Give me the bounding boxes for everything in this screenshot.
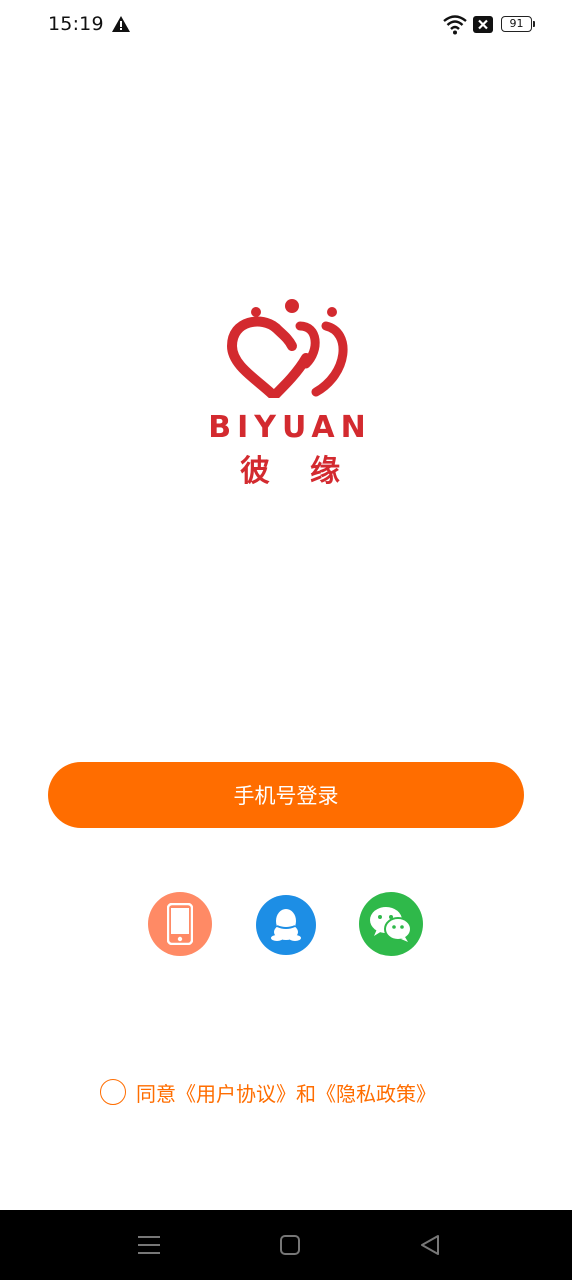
battery-level: 91 <box>509 17 524 30</box>
agree-checkbox[interactable] <box>100 1079 126 1105</box>
app-logo: BIYUAN 彼缘 <box>180 298 400 489</box>
home-icon[interactable] <box>280 1235 300 1255</box>
phone-login-button[interactable]: 手机号登录 <box>48 762 524 828</box>
system-nav-bar <box>0 1210 572 1280</box>
phone-icon <box>167 903 193 945</box>
sim-x-icon <box>473 16 493 33</box>
user-agreement-link[interactable]: 《用户协议》 <box>176 1078 296 1107</box>
menu-icon[interactable] <box>138 1235 160 1255</box>
logo-heart-icon <box>226 299 348 398</box>
back-icon[interactable] <box>420 1235 440 1255</box>
wechat-login-button[interactable] <box>359 892 423 956</box>
qq-penguin-icon <box>271 909 301 941</box>
warning-icon <box>112 16 130 32</box>
status-bar: 15:19 91 <box>0 0 572 52</box>
battery-icon: 91 <box>501 16 535 32</box>
phone-login-icon-button[interactable] <box>148 892 212 956</box>
agree-prefix: 同意 <box>136 1081 176 1106</box>
wifi-icon <box>443 15 467 35</box>
agree-conjunction: 和 <box>296 1081 316 1106</box>
logo-brand-en: BIYUAN <box>208 410 372 445</box>
status-time: 15:19 <box>48 13 104 35</box>
privacy-policy-link[interactable]: 《隐私政策》 <box>316 1078 436 1107</box>
wechat-icon <box>370 907 412 942</box>
agreement-row: 同意 《用户协议》 和 《隐私政策》 <box>100 1076 436 1108</box>
logo-brand-cn: 彼缘 <box>240 454 380 489</box>
qq-login-button[interactable] <box>256 895 316 955</box>
